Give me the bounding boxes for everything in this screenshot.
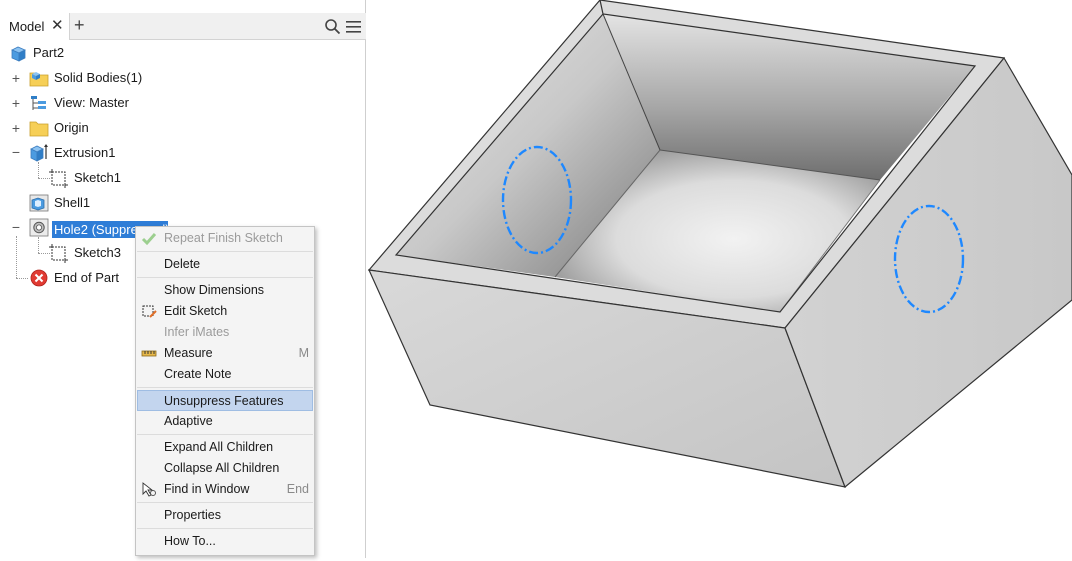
hole-icon: [29, 218, 49, 237]
tree-item-view-master[interactable]: + View: Master: [0, 92, 360, 114]
edit-sketch-icon: [142, 305, 157, 318]
tree-item-solid-bodies[interactable]: + Solid Bodies(1): [0, 67, 360, 89]
menu-item-delete[interactable]: Delete: [137, 254, 313, 275]
tree-label: Sketch3: [74, 245, 121, 260]
menu-item-infer-imates[interactable]: Infer iMates: [137, 322, 313, 343]
menu-item-repeat-finish-sketch[interactable]: Repeat Finish Sketch: [137, 228, 313, 249]
menu-label: Infer iMates: [164, 325, 230, 339]
expand-icon[interactable]: +: [11, 71, 21, 85]
menu-item-properties[interactable]: Properties: [137, 505, 313, 526]
menu-label: Edit Sketch: [164, 304, 228, 318]
menu-separator: [137, 502, 313, 503]
hamburger-menu-icon[interactable]: [346, 19, 361, 34]
tree-item-shell1[interactable]: Shell1: [0, 192, 360, 214]
collapse-icon[interactable]: −: [11, 220, 21, 234]
menu-separator: [137, 251, 313, 252]
menu-label: Find in Window: [164, 482, 250, 496]
tree-item-part2[interactable]: Part2: [0, 42, 360, 64]
part-cube-icon: [11, 46, 26, 62]
expand-icon[interactable]: +: [11, 121, 21, 135]
menu-separator: [137, 387, 313, 388]
menu-label: How To...: [164, 534, 216, 548]
folder-solid-icon: [29, 72, 49, 87]
sketch-icon: [49, 244, 68, 263]
sketch-icon: [49, 169, 68, 188]
menu-item-measure[interactable]: Measure M: [137, 343, 313, 364]
expand-icon[interactable]: +: [11, 96, 21, 110]
tree-label: Shell1: [54, 195, 91, 210]
tree-label: Solid Bodies(1): [54, 70, 143, 85]
menu-label: Properties: [164, 508, 221, 522]
menu-label: Measure: [164, 346, 213, 360]
menu-item-expand-all-children[interactable]: Expand All Children: [137, 437, 313, 458]
menu-item-collapse-all-children[interactable]: Collapse All Children: [137, 458, 313, 479]
tree-item-sketch3[interactable]: Sketch3: [0, 242, 134, 264]
menu-separator: [137, 434, 313, 435]
shortcut-key: End: [286, 482, 309, 496]
menu-item-how-to[interactable]: How To...: [137, 531, 313, 552]
menu-item-edit-sketch[interactable]: Edit Sketch: [137, 301, 313, 322]
tree-item-end-of-part[interactable]: End of Part: [0, 267, 134, 289]
find-in-window-icon: [142, 482, 156, 497]
context-menu: Repeat Finish Sketch Delete Show Dimensi…: [135, 226, 315, 556]
folder-icon: [29, 121, 49, 137]
menu-separator: [137, 528, 313, 529]
tree-label: Extrusion1: [54, 145, 116, 160]
menu-label: Unsuppress Features: [164, 394, 284, 408]
shelled-box-model[interactable]: [367, 0, 1072, 558]
tree-label: Origin: [54, 120, 89, 135]
tree-item-sketch1[interactable]: Sketch1: [0, 167, 360, 189]
graphics-viewport[interactable]: [367, 0, 1072, 558]
tree-label: Sketch1: [74, 170, 121, 185]
shortcut-key: M: [298, 346, 309, 360]
tree-label: End of Part: [54, 270, 120, 285]
menu-label: Show Dimensions: [164, 283, 265, 297]
menu-item-adaptive[interactable]: Adaptive: [137, 411, 313, 432]
menu-item-find-in-window[interactable]: Find in Window End: [137, 479, 313, 500]
tab-model-label: Model: [9, 19, 45, 34]
tree-label: View: Master: [54, 95, 129, 110]
menu-label: Adaptive: [164, 414, 213, 428]
menu-label: Create Note: [164, 367, 232, 381]
ruler-icon: [141, 350, 157, 357]
menu-label: Repeat Finish Sketch: [164, 231, 283, 245]
tab-model[interactable]: Model ✕: [0, 13, 70, 40]
menu-item-create-note[interactable]: Create Note: [137, 364, 313, 385]
checkmark-icon: [141, 233, 157, 246]
menu-label: Delete: [164, 257, 201, 271]
tree-item-origin[interactable]: + Origin: [0, 117, 360, 139]
collapse-icon[interactable]: −: [11, 145, 21, 159]
browser-tab-bar: Model ✕ +: [0, 13, 366, 40]
menu-separator: [137, 277, 313, 278]
search-icon[interactable]: [324, 18, 341, 35]
shell-icon: [29, 194, 49, 212]
tree-item-extrusion1[interactable]: − Extrusion1: [0, 142, 360, 164]
end-of-part-icon: [30, 269, 48, 287]
menu-item-unsuppress-features[interactable]: Unsuppress Features: [137, 390, 313, 411]
menu-label: Expand All Children: [164, 440, 274, 454]
close-icon[interactable]: ✕: [51, 18, 64, 33]
menu-item-show-dimensions[interactable]: Show Dimensions: [137, 280, 313, 301]
view-rep-icon: [31, 96, 46, 110]
tree-label: Part2: [33, 45, 65, 60]
menu-label: Collapse All Children: [164, 461, 280, 475]
add-tab-icon[interactable]: +: [74, 16, 85, 34]
extrude-icon: [30, 144, 48, 162]
